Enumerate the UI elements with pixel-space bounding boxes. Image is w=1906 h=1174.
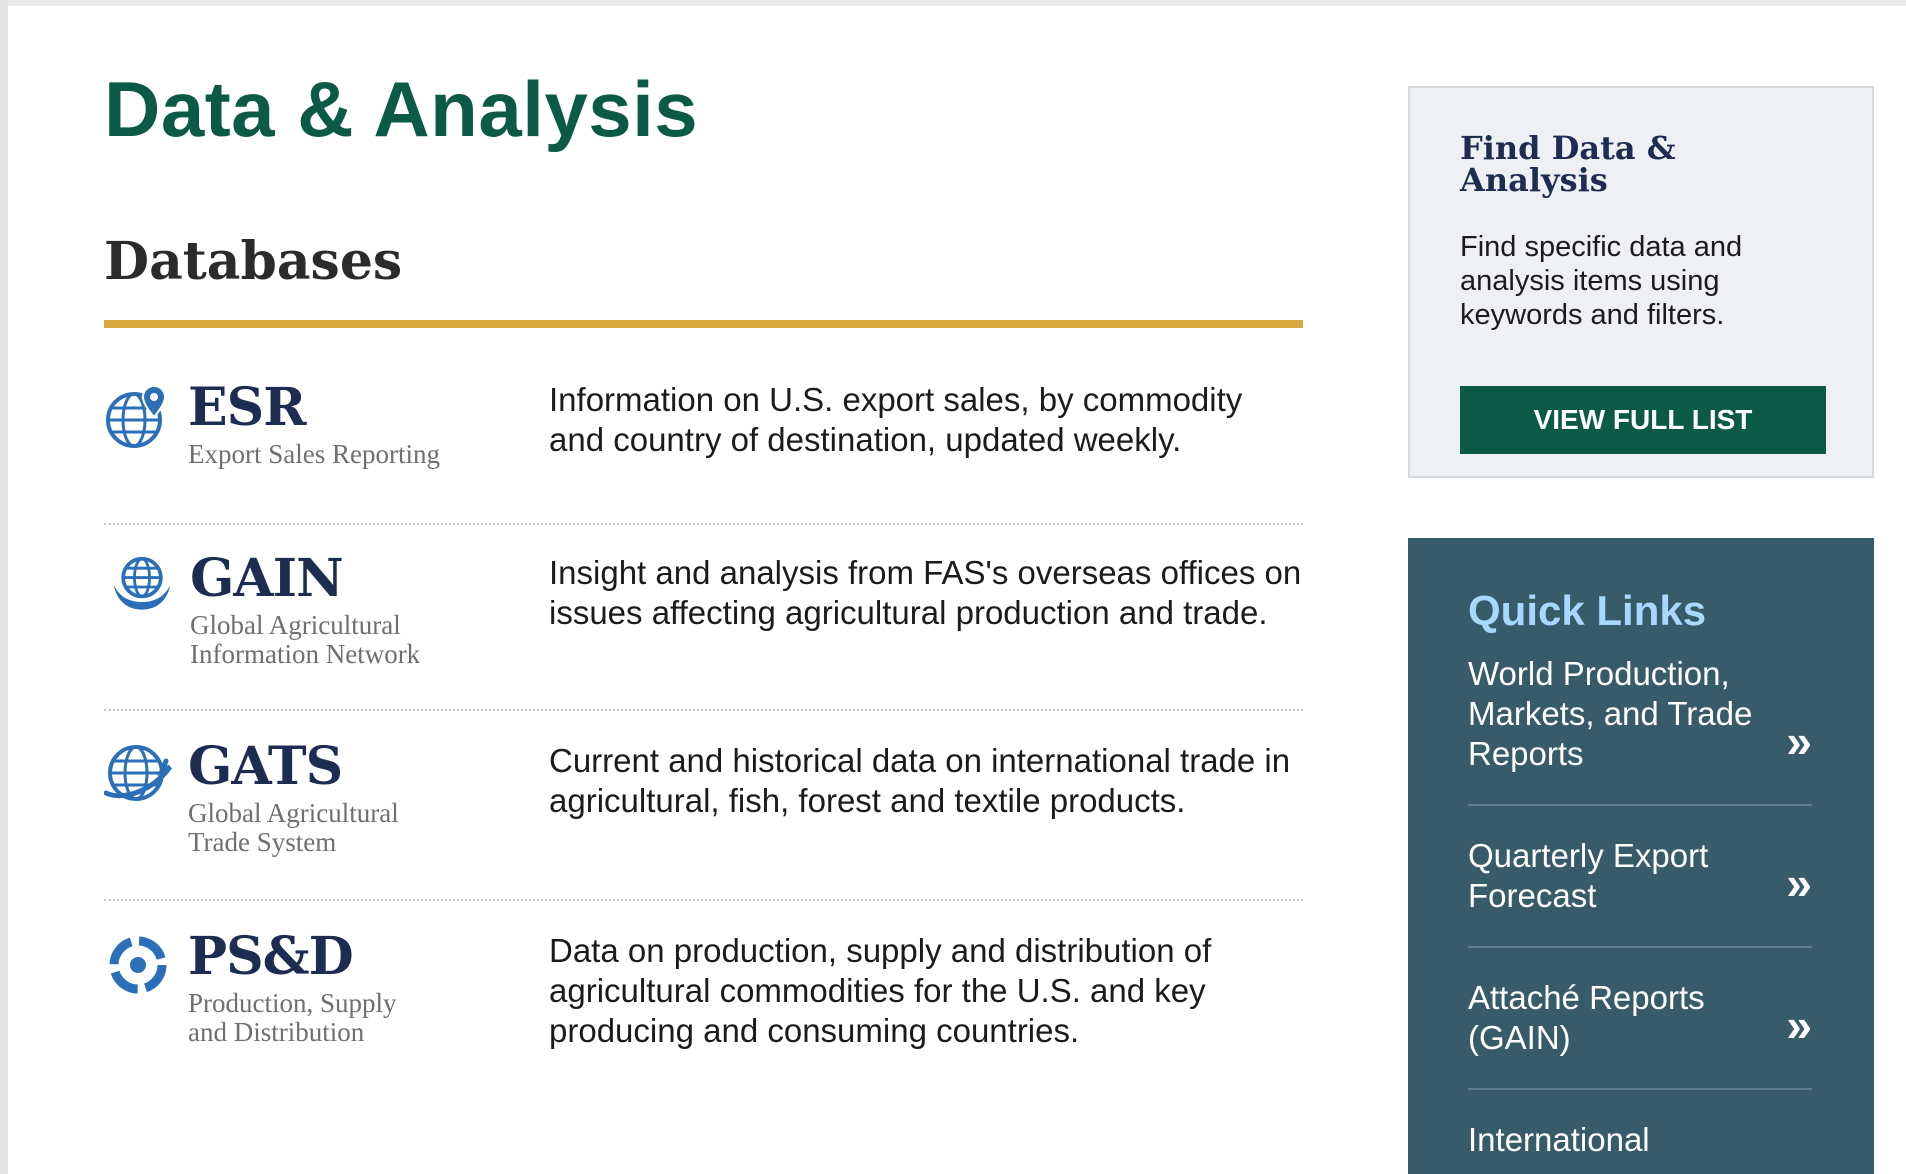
- quick-links-panel: Quick Links World Production, Markets, a…: [1408, 538, 1874, 1174]
- gats-logo-link[interactable]: GATS Global Agricultural Trade System: [104, 741, 549, 857]
- main-content: Data & Analysis Databases ESR Export Sal…: [104, 70, 1303, 1091]
- database-row-psd: PS&D Production, Supply and Distribution…: [104, 901, 1303, 1091]
- database-full-name-line-2: and Distribution: [188, 1017, 365, 1047]
- gats-logo-text: GATS Global Agricultural Trade System: [188, 741, 399, 857]
- gain-logo-link[interactable]: GAIN Global Agricultural Information Net…: [104, 553, 549, 669]
- quick-links-title: Quick Links: [1468, 587, 1707, 634]
- section-divider: [104, 320, 1303, 328]
- quick-link-quarterly-export-forecast[interactable]: Quarterly Export Forecast »: [1468, 806, 1812, 948]
- page-title: Data & Analysis: [104, 65, 699, 153]
- database-description: Insight and analysis from FAS's overseas…: [549, 554, 1302, 631]
- globe-hands-icon: [113, 556, 171, 610]
- quick-link-label: International: [1468, 1121, 1650, 1158]
- database-description: Information on U.S. export sales, by com…: [549, 381, 1243, 458]
- database-full-name: Export Sales Reporting: [188, 439, 440, 469]
- database-full-name-line-2: Trade System: [188, 827, 337, 857]
- database-full-name-line-1: Global Agricultural: [190, 610, 401, 640]
- cycle-arrows-icon: [109, 936, 167, 994]
- find-data-text: Find specific data and analysis items us…: [1460, 231, 1743, 331]
- double-chevron-right-icon: »: [1786, 999, 1812, 1051]
- quick-link-label: Quarterly Export Forecast: [1468, 837, 1709, 914]
- top-border: [0, 0, 1906, 6]
- find-data-box: Find Data & Analysis Find specific data …: [1408, 86, 1874, 478]
- database-description: Current and historical data on internati…: [549, 742, 1291, 819]
- database-row-esr: ESR Export Sales Reporting Information o…: [104, 328, 1303, 525]
- gain-logo-text: GAIN Global Agricultural Information Net…: [190, 553, 420, 669]
- psd-logo-text: PS&D Production, Supply and Distribution: [188, 931, 397, 1047]
- database-abbr: GATS: [188, 736, 343, 797]
- double-chevron-right-icon: »: [1786, 857, 1812, 909]
- database-description: Data on production, supply and distribut…: [549, 932, 1212, 1049]
- section-title-databases: Databases: [104, 231, 403, 292]
- esr-logo-text: ESR Export Sales Reporting: [188, 382, 440, 469]
- double-chevron-right-icon: »: [1786, 715, 1812, 767]
- find-data-title: Find Data & Analysis: [1460, 129, 1676, 199]
- globe-orbit-icon: [104, 745, 172, 801]
- database-full-name-line-2: Information Network: [190, 639, 421, 669]
- database-row-gain: GAIN Global Agricultural Information Net…: [104, 525, 1303, 711]
- database-row-gats: GATS Global Agricultural Trade System Cu…: [104, 711, 1303, 901]
- view-full-list-button[interactable]: VIEW FULL LIST: [1460, 386, 1826, 454]
- database-abbr: ESR: [188, 377, 306, 438]
- esr-logo-link[interactable]: ESR Export Sales Reporting: [104, 382, 549, 469]
- database-full-name-line-1: Production, Supply: [188, 988, 397, 1018]
- globe-pin-icon: [106, 384, 167, 448]
- database-abbr: PS&D: [188, 926, 354, 987]
- quick-link-international[interactable]: International: [1468, 1090, 1812, 1160]
- quick-link-world-production[interactable]: World Production, Markets, and Trade Rep…: [1468, 654, 1812, 806]
- sidebar: Find Data & Analysis Find specific data …: [1408, 86, 1874, 1174]
- left-border: [0, 0, 8, 1174]
- psd-logo-link[interactable]: PS&D Production, Supply and Distribution: [104, 931, 549, 1047]
- database-abbr: GAIN: [190, 548, 344, 609]
- quick-link-label: Attaché Reports (GAIN): [1468, 979, 1705, 1056]
- quick-link-attache-reports[interactable]: Attaché Reports (GAIN) »: [1468, 948, 1812, 1090]
- quick-link-label: World Production, Markets, and Trade Rep…: [1468, 655, 1753, 772]
- database-full-name-line-1: Global Agricultural: [188, 798, 399, 828]
